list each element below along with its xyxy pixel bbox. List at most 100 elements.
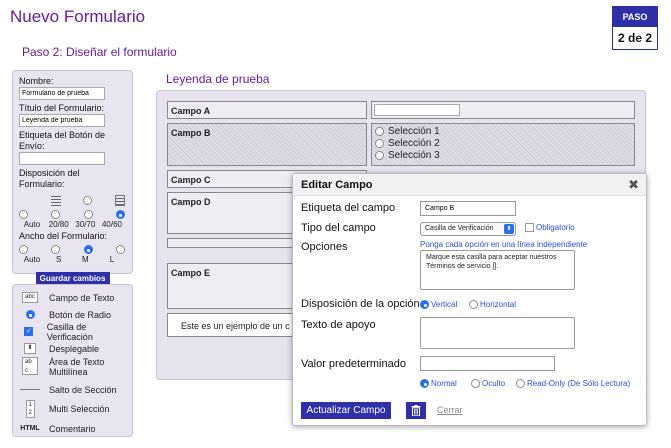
visibility-hidden-label: Oculto (482, 379, 506, 388)
visibility-hidden-radio[interactable] (471, 379, 480, 388)
field-type-value: Casilla de Verificación (425, 225, 494, 232)
palette-comment[interactable]: HTML Comentario (19, 420, 126, 437)
close-icon[interactable]: ✖ (628, 177, 639, 193)
palette-checkbox[interactable]: ✓ Casilla de Verificación (19, 321, 126, 342)
palette-section-break[interactable]: Salto de Sección (19, 381, 126, 398)
visibility-normal-option[interactable]: Normal (420, 379, 457, 388)
width-option-l: L (109, 255, 115, 264)
options-hint: Ponga cada opción en una línea independi… (420, 240, 588, 249)
help-text-label: Texto de apoyo (301, 319, 376, 331)
width-s-radio[interactable] (51, 245, 61, 254)
name-label: Nombre: (19, 76, 54, 86)
option-1-radio[interactable] (375, 127, 384, 136)
required-checkbox[interactable]: Obligatorio (525, 223, 575, 232)
delete-button[interactable] (406, 402, 426, 419)
app-title: Nuevo Formulario (10, 7, 146, 26)
layout-vertical-option[interactable]: Vertical (420, 300, 457, 309)
step-value: 2 de 2 (617, 31, 653, 45)
field-label-input[interactable] (420, 201, 516, 216)
field-b-label[interactable]: Campo B (167, 123, 367, 166)
layout-auto-radio[interactable] (19, 210, 28, 219)
option-3-radio[interactable] (375, 151, 384, 160)
edit-field-dialog: Editar Campo ✖ Etiqueta del campo Tipo d… (292, 173, 647, 426)
option-1[interactable]: Selección 1 (375, 126, 440, 137)
form-title-label: Título del Formulario: (19, 103, 105, 113)
option-2[interactable]: Selección 2 (375, 138, 440, 149)
option-1-label: Selección 1 (388, 126, 440, 137)
option-layout-label: Disposición de la opción (301, 298, 420, 310)
textarea-icon: ab c (19, 357, 41, 375)
layout-30-radio-top[interactable] (83, 196, 93, 205)
layout-option-auto: Auto (23, 220, 41, 229)
width-auto-radio[interactable] (19, 245, 28, 254)
step-label: PASO (613, 7, 657, 27)
palette-multi-select[interactable]: 1 2 Multi Selección (19, 398, 126, 420)
width-radios (19, 245, 125, 254)
chevron-updown-icon: ⬍ (504, 224, 514, 234)
visibility-hidden-option[interactable]: Oculto (471, 379, 505, 388)
section-break-icon (19, 389, 41, 390)
help-text-input[interactable] (420, 317, 575, 349)
width-options: Auto S M L (19, 255, 125, 264)
visibility-readonly-radio[interactable] (516, 379, 525, 388)
layout-vertical-radio[interactable] (420, 300, 429, 309)
required-checkbox-box[interactable] (525, 223, 534, 232)
dialog-title: Editar Campo (301, 179, 373, 191)
multi-select-icon: 1 2 (19, 400, 41, 418)
field-palette: abc Campo de Texto Botón de Radio ✓ Casi… (12, 284, 133, 437)
visibility-normal-radio[interactable] (420, 379, 429, 388)
width-option-auto: Auto (23, 255, 41, 264)
field-type-select[interactable]: Casilla de Verificación ⬍ (420, 222, 516, 236)
close-link[interactable]: Cerrar (437, 405, 463, 415)
palette-dropdown[interactable]: ⬍ Desplegable (19, 340, 126, 357)
options-textarea[interactable]: Marque esta casilla para aceptar nuestro… (420, 250, 575, 290)
name-input[interactable] (19, 87, 105, 100)
layout-horizontal-option[interactable]: Horizontal (469, 300, 516, 309)
comment-icon: HTML (20, 425, 40, 432)
form-settings-panel: Nombre: Título del Formulario: Etiqueta … (12, 70, 133, 286)
palette-label: Casilla de Verificación (46, 321, 93, 342)
layout-20-radio[interactable] (51, 210, 61, 219)
palette-textarea[interactable]: ab c Área de Texto Multilínea (19, 357, 126, 381)
palette-label: Campo de Texto (49, 292, 115, 303)
option-3[interactable]: Selección 3 (375, 150, 440, 161)
width-label: Ancho del Formulario: (19, 231, 108, 241)
width-option-s: S (55, 255, 62, 264)
dropdown-icon: ⬍ (19, 343, 41, 354)
default-value-label: Valor predeterminado (301, 358, 406, 370)
update-field-button[interactable]: Actualizar Campo (301, 402, 391, 419)
text-field-icon: abc (19, 292, 41, 303)
palette-label: Botón de Radio (49, 309, 112, 320)
layout-horizontal-radio[interactable] (469, 300, 478, 309)
palette-text-field[interactable]: abc Campo de Texto (19, 289, 126, 306)
layout-vertical-label: Vertical (431, 300, 458, 309)
layout-icons (19, 195, 125, 206)
palette-label: Salto de Sección (49, 384, 117, 395)
layout-40-radio[interactable] (115, 210, 125, 219)
form-title-input[interactable] (19, 114, 105, 127)
option-3-label: Selección 3 (388, 150, 440, 161)
visibility-readonly-label: Read-Only (De Sólo Lectura) (527, 379, 631, 388)
visibility-readonly-option[interactable]: Read-Only (De Sólo Lectura) (516, 379, 630, 388)
layout-30-radio[interactable] (83, 210, 93, 219)
field-label-label: Etiqueta del campo (301, 202, 396, 214)
width-m-radio[interactable] (83, 245, 93, 254)
layout-horizontal-label: Horizontal (480, 300, 517, 309)
trash-icon (411, 405, 421, 416)
layout-options: Auto 20/80 30/70 40/60 (19, 220, 125, 229)
palette-label: Área de Texto Multilínea (49, 357, 105, 377)
layout-list-icon (50, 195, 61, 206)
field-a-input[interactable] (374, 104, 460, 116)
width-l-radio[interactable] (115, 245, 125, 254)
option-2-radio[interactable] (375, 139, 384, 148)
checkbox-icon: ✓ (24, 327, 34, 336)
palette-radio[interactable]: Botón de Radio (19, 306, 126, 323)
layout-grid-icon (114, 195, 125, 206)
field-a-label[interactable]: Campo A (167, 101, 367, 119)
send-button-input[interactable] (19, 152, 105, 165)
layout-radios (19, 210, 125, 219)
dialog-header: Editar Campo ✖ (293, 174, 646, 196)
radio-icon (19, 310, 41, 319)
default-value-input[interactable] (420, 356, 555, 371)
layout-option-40: 40/60 (101, 220, 122, 229)
